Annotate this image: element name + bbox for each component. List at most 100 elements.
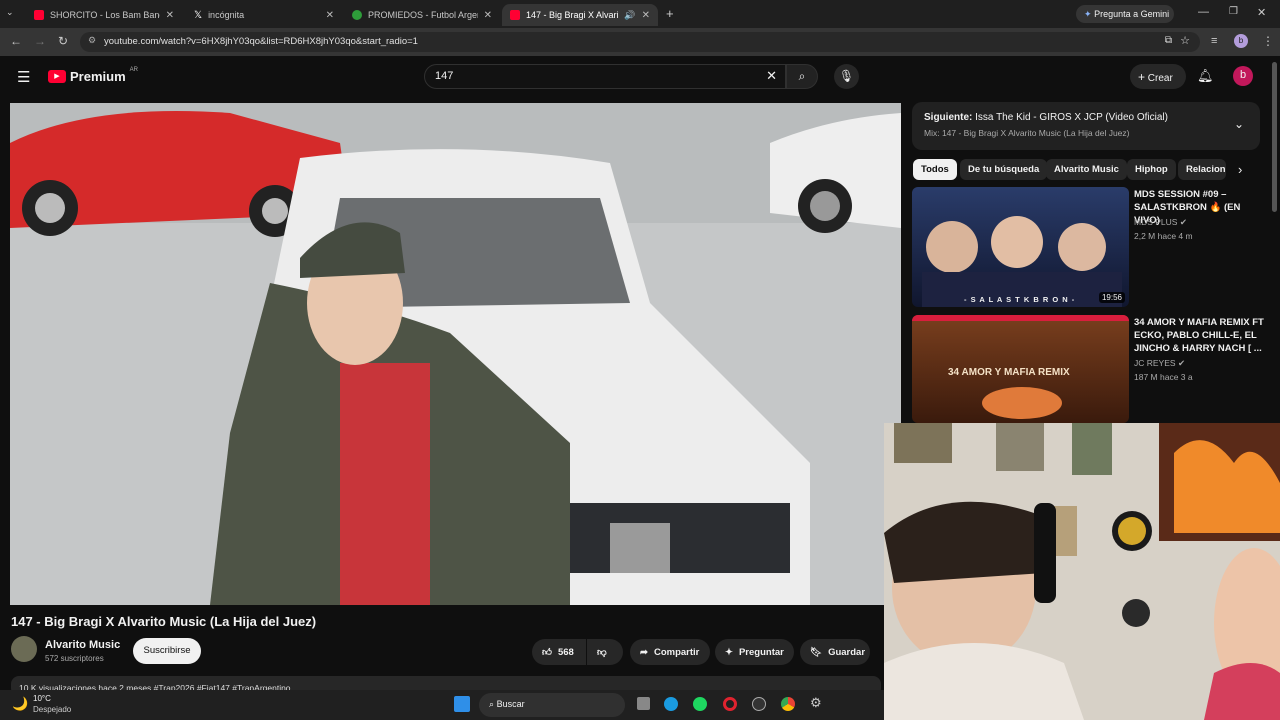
tab-3-label: PROMIEDOS - Futbol Argentino (368, 10, 478, 20)
minimize-icon[interactable]: — (1198, 6, 1209, 18)
browser-menu-icon[interactable]: ⋮ (1262, 34, 1274, 48)
tab-3[interactable]: PROMIEDOS - Futbol Argentino ✕ (344, 4, 500, 26)
notifications-bell-icon[interactable]: 🔔︎ (1197, 68, 1214, 84)
settings-gear-icon[interactable]: ⚙ (810, 695, 822, 711)
dislike-button[interactable]: 👎︎ (587, 639, 623, 665)
reload-icon[interactable]: ↻ (58, 34, 68, 48)
gemini-button[interactable]: ✦ Pregunta a Gemini (1076, 5, 1174, 23)
chip-hiphop[interactable]: Hiphop (1127, 159, 1176, 180)
browser-tab-bar: ⌄ SHORCITO - Los Bam Band ( Vi ✕ 𝕏 incóg… (0, 0, 1280, 28)
recommended-channel[interactable]: JC REYES ✔ (1134, 358, 1185, 369)
install-app-icon[interactable]: ⧉ (1165, 35, 1172, 46)
save-button[interactable]: 🔖︎ Guardar (800, 639, 870, 665)
back-icon[interactable]: ← (10, 34, 22, 48)
mix-playlist-panel[interactable] (912, 102, 1260, 150)
channel-name[interactable]: Alvarito Music (45, 639, 120, 651)
tab-4-active[interactable]: 147 - Big Bragi X Alvarito M 🔊 ✕ (502, 4, 658, 26)
subscribe-button[interactable]: Suscribirse (133, 638, 201, 664)
create-button[interactable]: + Crear (1130, 64, 1186, 89)
voice-search-button[interactable]: 🎙 (834, 64, 859, 89)
thumbnail-image (922, 216, 1122, 307)
close-window-icon[interactable]: ✕ (1257, 6, 1266, 19)
chrome-icon[interactable] (781, 697, 795, 711)
ask-label: Preguntar (738, 646, 784, 658)
bookmark-icon: 🔖︎ (810, 646, 823, 658)
plus-icon: + (1138, 70, 1146, 84)
chip-alvarito-music[interactable]: Alvarito Music (1046, 159, 1127, 180)
share-button[interactable]: ➦ Compartir (630, 639, 710, 665)
tab-1-label: SHORCITO - Los Bam Band ( Vi (50, 10, 160, 20)
search-icon: ⌕ (489, 699, 495, 709)
chip-de-tu-busqueda[interactable]: De tu búsqueda (960, 159, 1048, 180)
hamburger-menu-icon[interactable]: ☰ (17, 68, 30, 86)
chevron-down-icon[interactable]: ⌄ (1234, 117, 1244, 131)
windows-taskbar: 🌙 10°C Despejado ⌕ Buscar ⚙ (0, 690, 884, 720)
close-tab-icon[interactable]: ✕ (484, 10, 492, 21)
site-info-icon[interactable]: ⚙ (88, 35, 96, 46)
maximize-icon[interactable]: ❐ (1229, 6, 1238, 17)
weather-desc[interactable]: Despejado (33, 705, 71, 714)
recommended-thumbnail[interactable]: - S A L A S T K B R O N - 19:56 (912, 187, 1129, 307)
tab-2[interactable]: 𝕏 incógnita ✕ (186, 4, 342, 26)
search-input[interactable]: 147 ✕ (424, 64, 786, 89)
next-up: Siguiente: Issa The Kid - GIROS X JCP (V… (924, 112, 1168, 123)
video-player[interactable] (10, 103, 901, 605)
tab-list-icon[interactable]: ⌄ (6, 7, 14, 18)
verified-icon: ✔ (1179, 217, 1187, 227)
close-tab-icon[interactable]: ✕ (326, 10, 334, 21)
taskbar-search-label: Buscar (496, 699, 525, 709)
search-button[interactable]: ⌕ (786, 64, 818, 89)
recommended-title[interactable]: 34 AMOR Y MAFIA REMIX FT ECKO, PABLO CHI… (1134, 316, 1264, 355)
promiedos-favicon-icon (352, 10, 362, 20)
url-text: youtube.com/watch?v=6HX8jhY03qo&list=RD6… (104, 36, 418, 47)
app-icon[interactable] (752, 697, 766, 711)
ask-button[interactable]: ✦ Preguntar (715, 639, 794, 665)
taskbar-search[interactable]: ⌕ Buscar (479, 693, 625, 717)
tab-1[interactable]: SHORCITO - Los Bam Band ( Vi ✕ (26, 4, 182, 26)
url-field[interactable]: ⚙ youtube.com/watch?v=6HX8jhY03qo&list=R… (80, 32, 1200, 52)
clear-search-icon[interactable]: ✕ (766, 68, 777, 84)
x-logo-icon: 𝕏 (194, 9, 203, 21)
weather-temp[interactable]: 10°C (33, 694, 51, 703)
recommended-channel[interactable]: MDS PLUS ✔ (1134, 217, 1187, 228)
chevron-right-icon[interactable]: › (1238, 162, 1242, 177)
microphone-icon: 🎙 (838, 69, 855, 83)
tab-4-label: 147 - Big Bragi X Alvarito M (526, 10, 619, 20)
mix-subtitle: Mix: 147 - Big Bragi X Alvarito Music (L… (924, 128, 1130, 138)
channel-text: MDS PLUS (1134, 217, 1178, 227)
channel-avatar[interactable] (11, 636, 37, 662)
share-icon: ➦ (640, 646, 648, 658)
search-query-text: 147 (435, 70, 454, 82)
youtube-avatar[interactable]: b (1233, 66, 1253, 86)
task-view-icon[interactable] (637, 697, 650, 710)
chip-todos[interactable]: Todos (913, 159, 957, 180)
close-tab-icon[interactable]: ✕ (166, 10, 174, 21)
youtube-premium-logo[interactable]: ▶ Premium AR (48, 67, 138, 84)
search-icon: ⌕ (798, 69, 806, 83)
duration-badge: 19:56 (1098, 292, 1125, 303)
thumbs-down-icon: 👎︎ (597, 647, 607, 658)
page-scrollbar[interactable] (1272, 62, 1277, 212)
gemini-icon: ✦ (1084, 9, 1092, 19)
reading-list-icon[interactable]: ≡ (1211, 35, 1217, 47)
video-frame-image (10, 103, 901, 605)
close-tab-icon[interactable]: ✕ (642, 10, 650, 21)
chip-relacionados[interactable]: Relacion (1178, 159, 1226, 180)
profile-avatar[interactable]: b (1234, 34, 1248, 48)
forward-icon[interactable]: → (34, 34, 46, 48)
next-label: Siguiente: (924, 112, 973, 123)
opera-icon[interactable] (723, 697, 737, 711)
bookmark-star-icon[interactable]: ☆ (1180, 34, 1190, 47)
edge-icon[interactable] (664, 697, 678, 711)
gemini-label: Pregunta a Gemini (1094, 9, 1170, 19)
thumbs-up-icon: 👍︎ (542, 647, 552, 658)
verified-icon: ✔ (1177, 358, 1186, 368)
spotify-icon[interactable] (693, 697, 707, 711)
windows-start-icon[interactable] (454, 696, 470, 712)
webcam-overlay (884, 423, 1280, 720)
audio-playing-icon[interactable]: 🔊 (624, 10, 635, 21)
like-button[interactable]: 👍︎ 568 (532, 639, 586, 665)
new-tab-icon[interactable]: + (666, 6, 674, 21)
webcam-image (884, 423, 1280, 720)
recommended-thumbnail[interactable]: 34 AMOR Y MAFIA REMIX (912, 315, 1129, 423)
